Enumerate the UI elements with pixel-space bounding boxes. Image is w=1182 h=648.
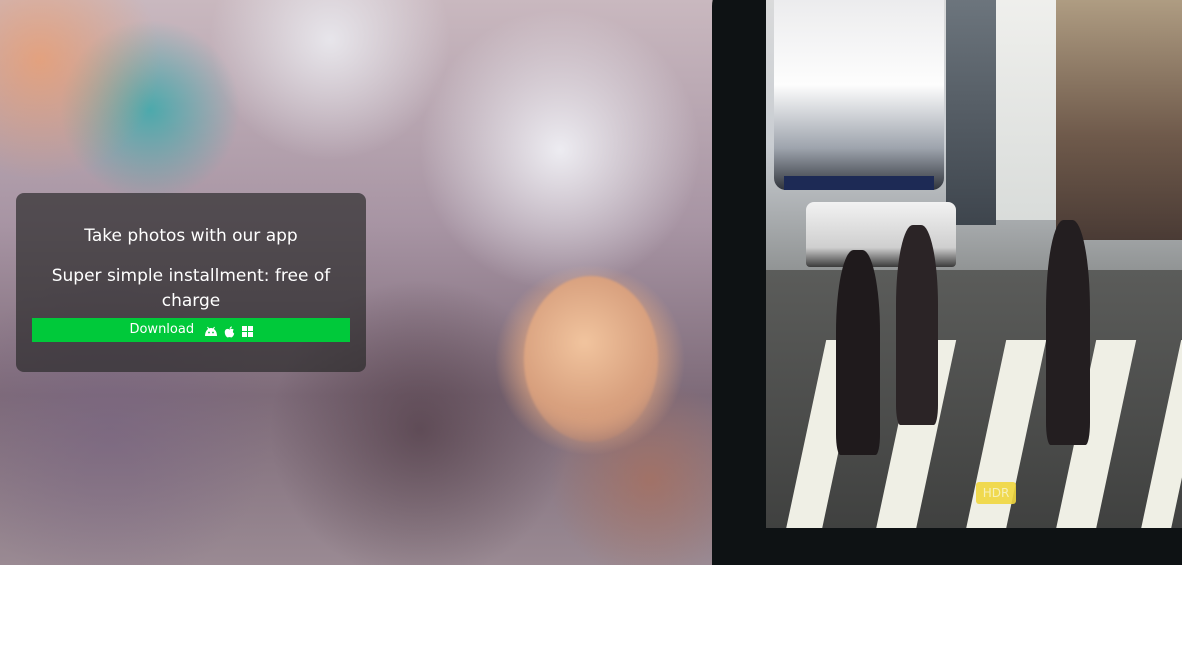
hdr-badge: HDR	[976, 482, 1016, 504]
right-building	[1056, 0, 1182, 240]
bokeh-light	[524, 276, 658, 442]
download-label: Download	[129, 322, 195, 337]
phone-camera-screen: HDR	[766, 0, 1182, 528]
windows-icon	[241, 326, 253, 337]
promo-title: Take photos with our app	[84, 226, 298, 246]
tall-building	[946, 0, 996, 225]
download-button[interactable]: Download	[32, 318, 350, 342]
promo-card: Take photos with our app Super simple in…	[16, 193, 366, 372]
street	[766, 270, 1182, 528]
round-building	[774, 0, 944, 190]
phone-photo: HDR	[712, 0, 1182, 565]
hero-background: HDR Take photos with our app Super simpl…	[0, 0, 1182, 565]
promo-subtitle: Super simple installment: free of charge	[51, 266, 331, 311]
android-icon	[205, 326, 218, 336]
apple-icon	[225, 325, 235, 337]
